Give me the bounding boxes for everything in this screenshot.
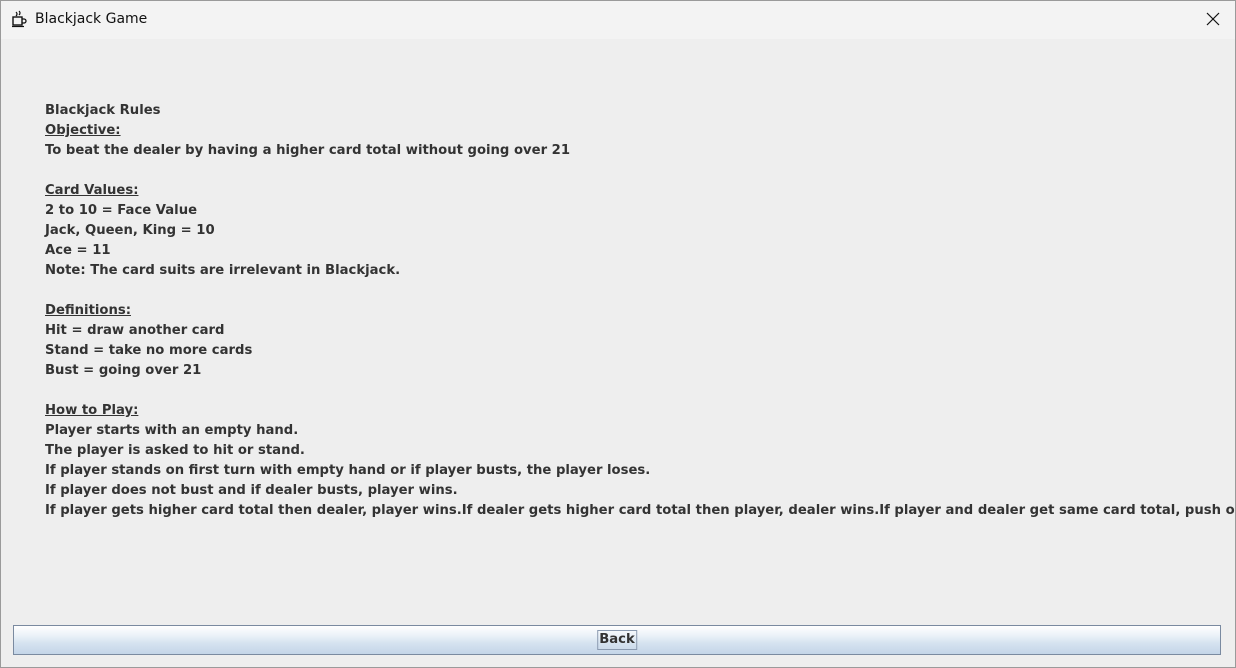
definitions-line: Hit = draw another card [45, 323, 225, 338]
card-values-line: Note: The card suits are irrelevant in B… [45, 263, 401, 278]
objective-title: Objective: [45, 123, 121, 138]
close-icon [1206, 11, 1220, 30]
how-to-play-line: The player is asked to hit or stand. [45, 443, 305, 458]
definitions-line: Bust = going over 21 [45, 363, 202, 378]
definitions-title: Definitions: [45, 303, 131, 318]
card-values-title: Card Values: [45, 183, 139, 198]
rules-panel: Blackjack Rules Objective: To beat the d… [1, 39, 1235, 667]
rules-text: Blackjack Rules Objective: To beat the d… [45, 101, 1236, 521]
back-button-label: Back [597, 630, 637, 650]
definitions-line: Stand = take no more cards [45, 343, 253, 358]
objective-line: To beat the dealer by having a higher ca… [45, 143, 571, 158]
app-window: Blackjack Game Blackjack Rules Objective… [0, 0, 1236, 668]
back-button[interactable]: Back [13, 625, 1221, 655]
title-bar: Blackjack Game [1, 1, 1235, 39]
how-to-play-line: If player stands on first turn with empt… [45, 463, 651, 478]
how-to-play-line: Player starts with an empty hand. [45, 423, 299, 438]
java-cup-icon [11, 10, 29, 28]
rules-heading: Blackjack Rules [45, 103, 161, 118]
card-values-line: Jack, Queen, King = 10 [45, 223, 215, 238]
how-to-play-title: How to Play: [45, 403, 139, 418]
how-to-play-line: If player does not bust and if dealer bu… [45, 483, 458, 498]
card-values-line: 2 to 10 = Face Value [45, 203, 198, 218]
close-button[interactable] [1191, 1, 1235, 39]
how-to-play-line: If player gets higher card total then de… [45, 503, 1236, 518]
card-values-line: Ace = 11 [45, 243, 111, 258]
window-title: Blackjack Game [35, 11, 148, 27]
